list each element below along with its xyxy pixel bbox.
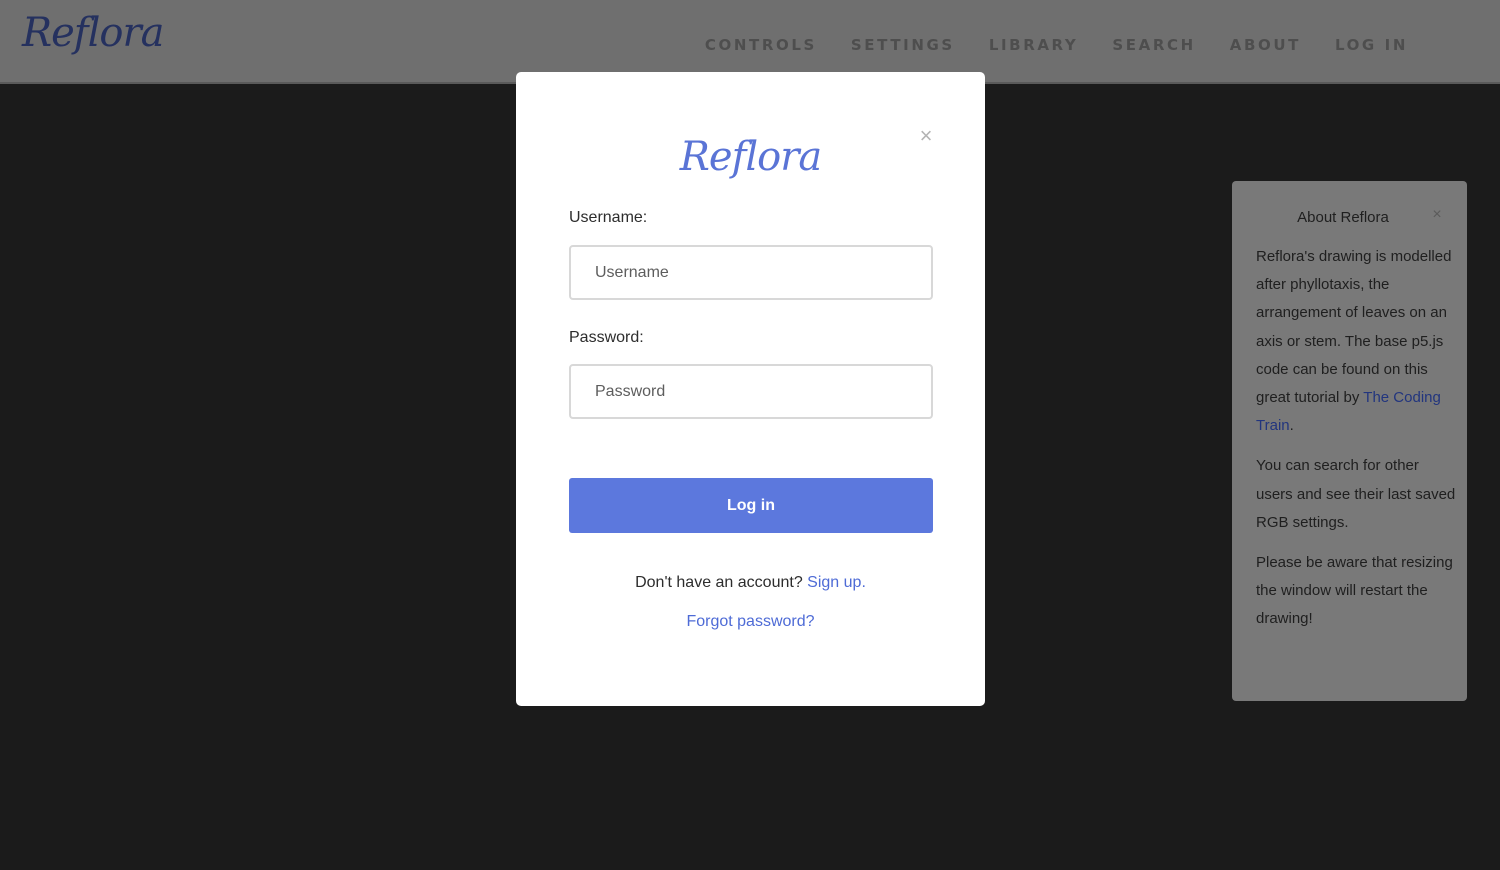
forgot-password-row: Forgot password?: [516, 613, 985, 631]
username-input[interactable]: [569, 245, 933, 300]
username-label: Username:: [569, 209, 648, 226]
about-paragraph-1-text: Reflora's drawing is modelled after phyl…: [1256, 248, 1452, 407]
password-label: Password:: [569, 329, 644, 346]
nav-controls[interactable]: CONTROLS: [705, 36, 817, 54]
close-icon[interactable]: ×: [1428, 206, 1446, 224]
nav-library[interactable]: LIBRARY: [989, 36, 1079, 54]
no-account-text: Don't have an account?: [635, 574, 803, 591]
forgot-password-link[interactable]: Forgot password?: [686, 613, 814, 630]
about-paragraph-2: You can search for other users and see t…: [1256, 457, 1456, 531]
about-title: About Reflora: [1297, 209, 1389, 226]
nav-about[interactable]: ABOUT: [1230, 36, 1301, 54]
about-body: Reflora's drawing is modelled after phyl…: [1256, 243, 1456, 646]
about-paragraph-1-end: .: [1289, 417, 1294, 435]
close-icon[interactable]: ×: [914, 124, 938, 148]
about-panel: About Reflora × Reflora's drawing is mod…: [1232, 181, 1467, 701]
nav-settings[interactable]: SETTINGS: [851, 36, 955, 54]
password-input[interactable]: [569, 364, 933, 419]
sign-up-link[interactable]: Sign up.: [807, 574, 866, 591]
about-paragraph-1: Reflora's drawing is modelled after phyl…: [1256, 243, 1456, 440]
about-paragraph-3: Please be aware that resizing the window…: [1256, 554, 1453, 628]
nav-log-in[interactable]: LOG IN: [1335, 36, 1408, 54]
nav-search[interactable]: SEARCH: [1112, 36, 1195, 54]
signup-prompt: Don't have an account? Sign up.: [516, 574, 985, 592]
login-modal: Reflora × Username: Password: Log in Don…: [516, 72, 985, 706]
main-nav: CONTROLS SETTINGS LIBRARY SEARCH ABOUT L…: [705, 36, 1408, 54]
brand-logo[interactable]: Reflora: [22, 10, 164, 56]
log-in-button[interactable]: Log in: [569, 478, 933, 533]
